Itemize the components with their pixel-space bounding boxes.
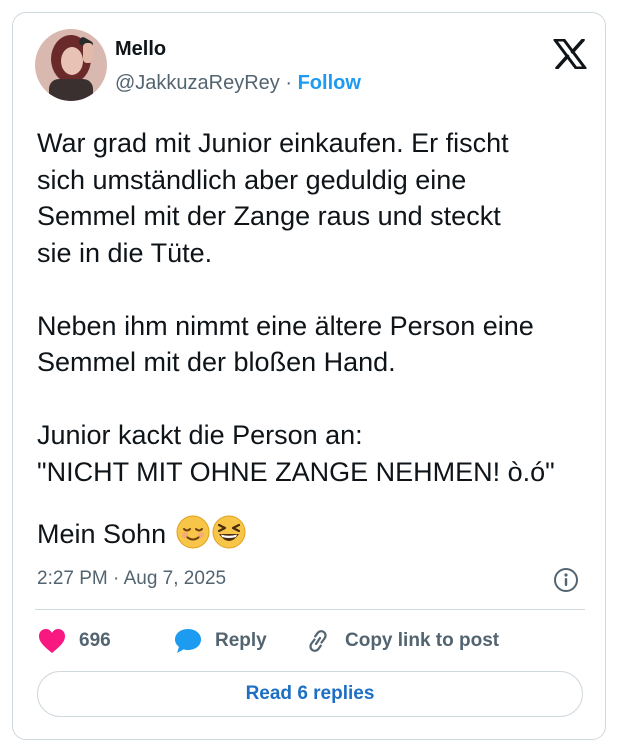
link-icon — [309, 630, 327, 652]
like-button[interactable]: 696 — [37, 627, 111, 655]
info-icon[interactable] — [553, 567, 579, 593]
heart-icon — [39, 629, 65, 653]
read-replies-button[interactable]: Read 6 replies — [37, 671, 583, 717]
action-bar: 696 Reply Copy link to post — [37, 627, 587, 655]
display-name[interactable]: Mello — [115, 37, 166, 61]
follow-button[interactable]: Follow — [298, 72, 361, 94]
copy-link-button[interactable]: Copy link to post — [303, 627, 499, 655]
like-count: 696 — [79, 630, 111, 651]
user-handle[interactable]: @JakkuzaReyRey — [115, 72, 280, 94]
separator: · — [279, 72, 298, 94]
tweet-card: Mello @JakkuzaReyRey · Follow War grad m… — [12, 12, 606, 740]
grinning-squinting-face-emoji — [212, 515, 246, 549]
reply-label: Reply — [215, 630, 267, 651]
copy-link-label: Copy link to post — [345, 630, 500, 651]
tweet-timestamp[interactable]: 2:27 PM · Aug 7, 2025 — [37, 567, 226, 591]
avatar[interactable] — [35, 29, 107, 101]
tweet-text: War grad mit Junior einkaufen. Er fischt… — [37, 128, 555, 487]
relieved-face-emoji — [176, 515, 210, 549]
x-logo-icon[interactable] — [553, 38, 587, 70]
handle-line: @JakkuzaReyRey · Follow — [115, 71, 361, 95]
reply-button[interactable]: Reply — [173, 627, 267, 655]
divider — [35, 609, 585, 610]
tweet-last-line-text: Mein Sohn — [37, 519, 174, 549]
tweet-last-line: Mein Sohn — [37, 515, 246, 552]
speech-bubble-icon — [175, 629, 201, 653]
